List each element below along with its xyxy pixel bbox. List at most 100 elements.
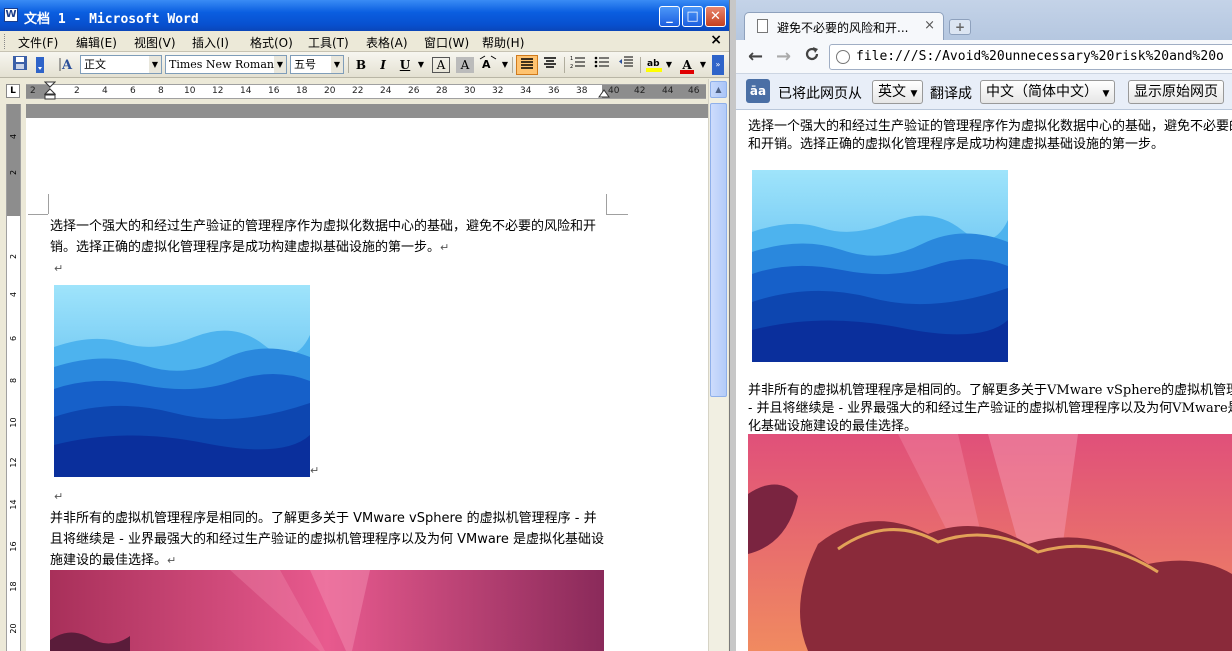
ruler-top-margin <box>7 104 20 216</box>
style-select[interactable]: 正文 ▼ <box>80 55 162 74</box>
ruler-tick: 46 <box>688 86 700 96</box>
target-language-value: 中文（简体中文） <box>986 84 1098 100</box>
forward-button[interactable]: → <box>776 46 791 67</box>
character-border-button[interactable]: A <box>432 57 450 73</box>
vertical-ruler[interactable]: 4 2 2 4 6 8 10 12 14 16 18 20 <box>6 104 21 651</box>
document-close-icon[interactable]: × <box>710 32 722 48</box>
maximize-button[interactable]: □ <box>682 6 703 27</box>
source-language-value: 英文 <box>878 84 906 100</box>
ruler-tick: 26 <box>408 86 420 96</box>
paragraph-mark: ↵ <box>310 464 320 477</box>
toolbar-overflow-icon[interactable]: » <box>712 55 724 75</box>
bullet-list-icon[interactable] <box>592 55 612 75</box>
chevron-down-icon[interactable]: ▼ <box>416 55 426 75</box>
ruler-tick: 30 <box>464 86 476 96</box>
word-app-icon[interactable]: W <box>4 8 18 22</box>
ruler-tick: 2 <box>74 86 80 96</box>
menu-format[interactable]: 格式(O) <box>250 34 293 51</box>
browser-tab[interactable]: 避免不必要的风险和开... × <box>744 12 944 40</box>
chevron-down-icon[interactable]: ▼ <box>331 56 343 73</box>
menu-tools[interactable]: 工具(T) <box>308 34 349 51</box>
margin-corner-mark <box>606 194 607 214</box>
word-window: W 文档 1 - Microsoft Word _ □ ✕ 文件(F) 编辑(E… <box>0 0 730 651</box>
menu-window[interactable]: 窗口(W) <box>424 34 469 51</box>
ruler-tick: 2 <box>9 169 18 176</box>
new-tab-button[interactable]: + <box>949 19 971 35</box>
ruler-tick: 14 <box>9 499 18 510</box>
chevron-down-icon[interactable]: ▼ <box>274 56 286 73</box>
chevron-down-icon[interactable]: ▼ <box>149 56 161 73</box>
page-icon <box>757 19 768 33</box>
web-page-content: 选择一个强大的和经过生产验证的管理程序作为虚拟化数据中心的基础，避免不必要的风险… <box>736 110 1232 651</box>
character-shading-button[interactable]: A <box>456 57 474 73</box>
web-paragraph-2: 并非所有的虚拟机管理程序是相同的。了解更多关于VMware vSphere的虚拟… <box>748 383 1232 434</box>
mountain-image[interactable] <box>54 285 310 477</box>
decrease-indent-icon[interactable] <box>616 55 636 75</box>
tab-close-icon[interactable]: × <box>924 18 935 33</box>
back-button[interactable]: ← <box>748 46 763 67</box>
svg-text:A: A <box>482 58 491 71</box>
word-window-title: 文档 1 - Microsoft Word <box>24 12 199 27</box>
globe-icon <box>836 50 850 64</box>
word-title-bar[interactable]: W 文档 1 - Microsoft Word _ □ ✕ <box>0 0 729 31</box>
ruler-tick: 16 <box>9 541 18 552</box>
font-select[interactable]: Times New Roman ▼ <box>165 55 287 74</box>
doc-paragraph-1[interactable]: 选择一个强大的和经过生产验证的管理程序作为虚拟化数据中心的基础，避免不必要的风险… <box>50 216 606 258</box>
font-size-select[interactable]: 五号 ▼ <box>290 55 344 74</box>
ruler-tick: 28 <box>436 86 448 96</box>
tab-strip: 避免不必要的风险和开... × + <box>736 0 1232 40</box>
bold-button[interactable]: B <box>352 55 370 75</box>
ruler-tick: 2 <box>30 86 36 96</box>
character-scaling-icon[interactable]: A <box>478 55 498 75</box>
source-language-select[interactable]: 英文 ▼ <box>872 80 924 104</box>
chevron-down-icon[interactable]: ▼ <box>500 55 510 75</box>
chevron-down-icon[interactable]: ▼ <box>698 55 708 75</box>
scroll-up-icon[interactable]: ▲ <box>710 81 727 98</box>
paragraph-mark: ↵ <box>440 241 450 254</box>
scrollbar-thumb[interactable] <box>710 103 727 397</box>
svg-text:ab: ab <box>647 59 660 69</box>
ruler-tick: 32 <box>492 86 504 96</box>
address-bar[interactable]: file:///S:/Avoid%20unnecessary%20risk%20… <box>829 44 1232 70</box>
highlight-icon[interactable]: ab <box>644 55 664 75</box>
indent-marker-icon[interactable] <box>44 81 56 101</box>
italic-button[interactable]: I <box>374 55 392 75</box>
menu-view[interactable]: 视图(V) <box>134 34 176 51</box>
menu-grip-icon[interactable] <box>4 34 7 49</box>
show-original-button[interactable]: 显示原始网页 <box>1128 80 1224 104</box>
tab-selector-button[interactable]: L <box>6 84 20 98</box>
right-indent-marker-icon[interactable] <box>598 88 610 98</box>
styles-pane-icon[interactable]: A <box>58 55 78 75</box>
svg-text:A: A <box>61 58 73 73</box>
ruler-tick: 4 <box>9 133 18 140</box>
font-color-button[interactable]: A <box>678 55 696 75</box>
reload-button[interactable] <box>804 46 820 67</box>
menu-table[interactable]: 表格(A) <box>366 34 408 51</box>
align-justify-button[interactable] <box>516 55 538 75</box>
menu-help[interactable]: 帮助(H) <box>482 34 524 51</box>
save-icon[interactable] <box>10 55 30 75</box>
toolbar-options-icon[interactable] <box>34 55 46 75</box>
svg-text:2: 2 <box>570 64 573 69</box>
sunset-image[interactable] <box>50 570 604 651</box>
align-center-button[interactable] <box>540 55 560 75</box>
mountain-image <box>752 170 1008 362</box>
close-button[interactable]: ✕ <box>705 6 726 27</box>
numbered-list-icon[interactable]: 12 <box>568 55 588 75</box>
doc-paragraph-2[interactable]: 并非所有的虚拟机管理程序是相同的。了解更多关于 VMware vSphere 的… <box>50 508 606 571</box>
vertical-scrollbar[interactable]: ▲ <box>708 79 728 651</box>
horizontal-ruler[interactable]: 2 2 4 6 8 10 12 14 16 18 20 22 24 26 28 … <box>26 81 706 101</box>
ruler-tick: 38 <box>576 86 588 96</box>
ruler-tick: 4 <box>102 86 108 96</box>
menu-insert[interactable]: 插入(I) <box>192 34 229 51</box>
target-language-select[interactable]: 中文（简体中文） ▼ <box>980 80 1116 104</box>
underline-button[interactable]: U <box>396 55 414 75</box>
minimize-button[interactable]: _ <box>659 6 680 27</box>
menu-edit[interactable]: 编辑(E) <box>76 34 117 51</box>
reload-icon <box>805 47 819 61</box>
menu-file[interactable]: 文件(F) <box>18 34 58 51</box>
ruler-tick: 42 <box>634 86 646 96</box>
web-paragraph-1: 选择一个强大的和经过生产验证的管理程序作为虚拟化数据中心的基础，避免不必要的风险… <box>748 119 1232 152</box>
document-page[interactable]: 选择一个强大的和经过生产验证的管理程序作为虚拟化数据中心的基础，避免不必要的风险… <box>26 104 708 651</box>
chevron-down-icon[interactable]: ▼ <box>664 55 674 75</box>
